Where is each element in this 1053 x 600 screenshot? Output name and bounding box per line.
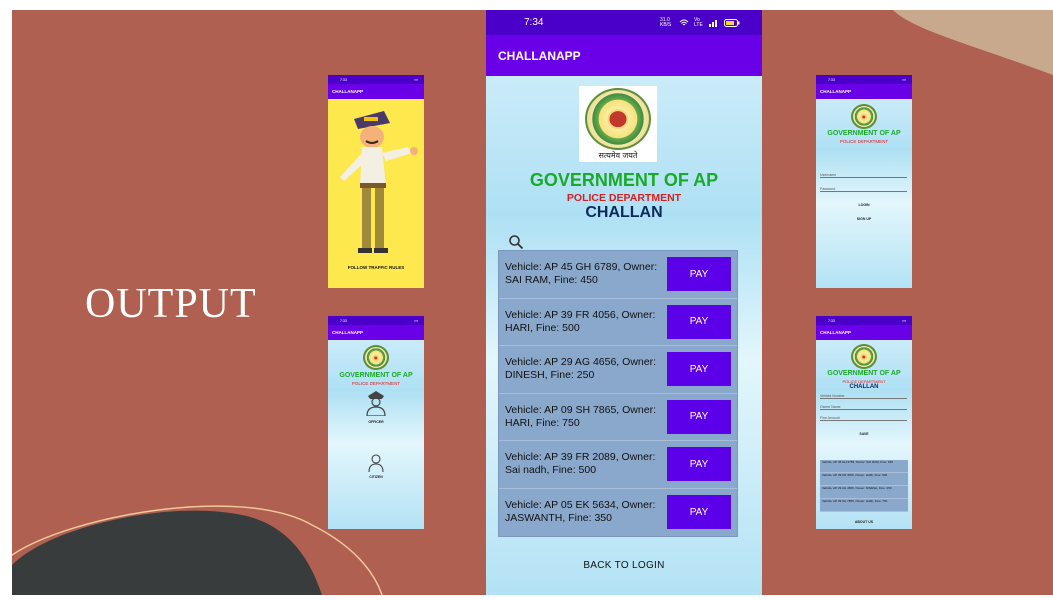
ap-emblem-icon [363,345,389,370]
status-icons: 31.0 KB/S Vo LTE [660,16,740,28]
search-icon[interactable] [508,234,524,250]
challan-details: Vehicle: AP 45 GH 6789, Owner: SAI RAM, … [505,261,658,287]
challan-list-screen: सत्यमेव जयते GOVERNMENT OF AP POLICE DEP… [486,76,762,595]
app-bar: CHALLANAPP [816,84,912,99]
role-select-body: GOVERNMENT OF AP POLICE DEPARTMENT OFFIC… [328,340,424,529]
challan-details: Vehicle: AP 29 AG 4656, Owner: DINESH, F… [505,356,656,382]
pay-button[interactable]: PAY [667,304,731,339]
splash-body: FOLLOW TRAFFIC RULES [328,99,424,288]
ap-emblem-icon [851,104,877,129]
ap-emblem-icon [851,344,877,369]
app-bar: CHALLANAPP [816,325,912,340]
volte-label: Vo LTE [694,16,703,28]
challan-row: Vehicle: AP 29 AG 4656, Owner: DINESH, F… [499,346,737,394]
status-bar: 7:33 ▪▪▪ [816,316,912,325]
challan-list: Vehicle: AP 45 GH 6789, Owner: SAI RAM, … [820,460,908,512]
app-title: CHALLANAPP [332,330,363,335]
signup-button[interactable]: SIGN UP [816,217,912,221]
gov-title: GOVERNMENT OF AP [529,170,719,190]
pay-button[interactable]: PAY [667,399,731,434]
challan-row: Vehicle: AP 39 FR 2089, Owner: Sai nadh,… [499,441,737,489]
decorative-blob-top-right [893,10,1053,75]
challan-details: Vehicle: AP 39 FR 4056, Owner: HARI, Fin… [505,308,656,334]
citizen-label[interactable]: CITIZEN [328,475,424,479]
login-phone-screen: 7:33 ▪▪▪ CHALLANAPP GOVERNMENT OF AP POLI… [816,75,912,288]
challan-details: Vehicle: AP 05 EK 5634, Owner: JASWANTH,… [505,499,656,525]
list-item: Vehicle: AP 45 GH 6789, Owner: SAI RAM, … [820,460,908,473]
role-select-phone-screen: 7:33 ▪▪▪ CHALLANAPP GOVERNMENT OF AP POLI… [328,316,424,529]
about-us-button[interactable]: ABOUT US [816,520,912,524]
traffic-police-illustration [340,111,418,253]
network-speed: 31.0 KB/S [660,16,672,28]
output-heading: OUTPUT [85,281,257,327]
signal-icon [709,19,717,27]
login-body: GOVERNMENT OF AP POLICE DEPARTMENT Usern… [816,99,912,288]
police-title: POLICE DEPARTMENT [566,192,682,204]
officer-label[interactable]: OFFICER [328,420,424,424]
list-item: Vehicle: AP 29 AG 4656, Owner: DINESH, F… [820,486,908,499]
vehicle-number-field[interactable]: Vehicle Number [820,394,907,399]
username-field[interactable]: Username [820,173,907,178]
password-field[interactable]: Password [820,187,907,192]
pay-button[interactable]: PAY [667,447,731,482]
fine-amount-field[interactable]: Fine Amount [820,416,907,421]
challan-details: Vehicle: AP 39 FR 2089, Owner: Sai nadh,… [505,451,656,477]
officer-icon[interactable] [365,390,387,416]
back-to-login-button[interactable]: BACK TO LOGIN [486,560,762,571]
status-bar: 7:33 ▪▪▪ [328,75,424,84]
app-bar: CHALLANAPP [486,35,762,76]
app-title: CHALLANAPP [820,89,851,94]
gov-title: GOVERNMENT OF AP [827,370,901,377]
app-title: CHALLANAPP [332,89,363,94]
list-item: Vehicle: AP 39 FR 4056, Owner: HARI, Fin… [820,473,908,486]
gov-title: GOVERNMENT OF AP [827,130,901,137]
pay-button[interactable]: PAY [667,352,731,387]
pay-button[interactable]: PAY [667,495,731,530]
status-time: 7:34 [524,17,544,28]
list-item: Vehicle: AP 09 SH 7865, Owner: HARI, Fin… [820,499,908,512]
ap-emblem-icon [585,88,651,150]
seal-motto: सत्यमेव जयते [598,151,638,160]
challan-row: Vehicle: AP 05 EK 5634, Owner: JASWANTH,… [499,489,737,537]
app-bar: CHALLANAPP [328,325,424,340]
splash-caption: FOLLOW TRAFFIC RULES [347,265,405,270]
challan-details: Vehicle: AP 09 SH 7865, Owner: HARI, Fin… [505,403,656,429]
save-button[interactable]: SAVE [816,432,912,436]
battery-icon [724,18,740,27]
officer-entry-body: GOVERNMENT OF AP POLICE DEPARTMENT CHALL… [816,340,912,529]
app-bar: CHALLANAPP [328,84,424,99]
seal-frame: सत्यमेव जयते [579,86,657,162]
gov-title: GOVERNMENT OF AP [339,372,413,379]
app-title: CHALLANAPP [498,48,581,63]
splash-phone-screen: 7:33 ▪▪▪ CHALLANAPP FOLLOW TRAFFIC RULES [328,75,424,288]
app-title: CHALLANAPP [820,330,851,335]
police-title: POLICE DEPARTMENT [839,139,889,144]
police-title: POLICE DEPARTMENT [351,381,401,386]
challan-row: Vehicle: AP 45 GH 6789, Owner: SAI RAM, … [499,251,737,299]
login-button[interactable]: LOGIN [816,203,912,207]
owner-name-field[interactable]: Owner Name [820,405,907,410]
challan-row: Vehicle: AP 39 FR 4056, Owner: HARI, Fin… [499,299,737,346]
officer-entry-phone-screen: 7:33 ▪▪▪ CHALLANAPP GOVERNMENT OF AP POLI… [816,316,912,529]
status-bar: 7:33 ▪▪▪ [816,75,912,84]
challan-title: CHALLAN [585,204,663,221]
citizen-icon[interactable] [368,454,384,472]
wifi-icon [679,19,689,25]
status-bar: 7:33 ▪▪▪ [328,316,424,325]
presentation-slide: OUTPUT 7:34 31.0 KB/S Vo LTE CHALLANAPP … [12,10,1053,595]
challan-list: Vehicle: AP 45 GH 6789, Owner: SAI RAM, … [498,250,738,537]
status-bar: 7:34 31.0 KB/S Vo LTE [486,10,762,35]
challan-title: CHALLAN [849,384,879,390]
main-phone-screen: 7:34 31.0 KB/S Vo LTE CHALLANAPP सत्यमेव… [486,10,762,595]
pay-button[interactable]: PAY [667,257,731,292]
challan-row: Vehicle: AP 09 SH 7865, Owner: HARI, Fin… [499,394,737,441]
